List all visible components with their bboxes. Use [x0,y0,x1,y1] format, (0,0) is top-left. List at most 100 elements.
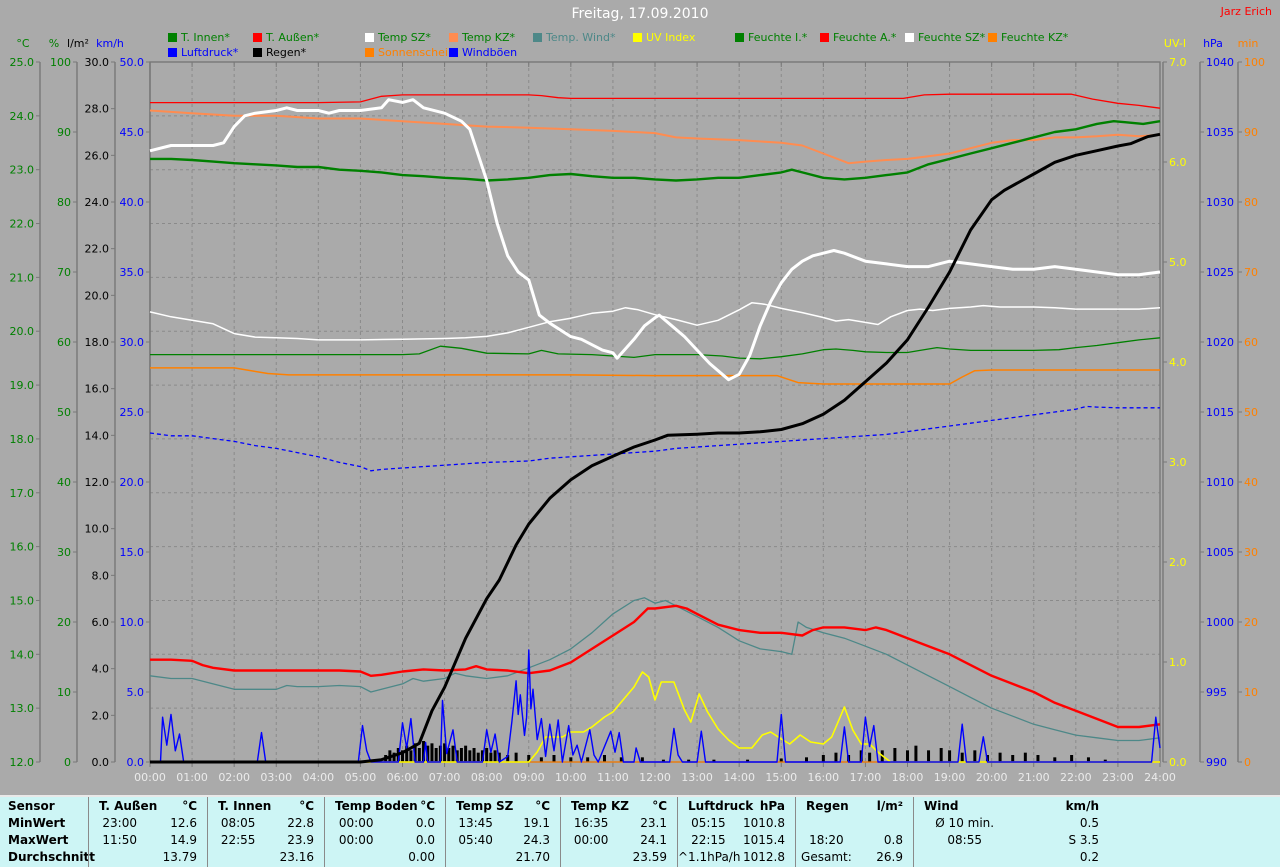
table-cell-time: 00:00 [338,833,374,847]
table-cell-value: 19.1 [523,816,550,830]
axis-tick-label-pct: 50 [57,406,71,419]
axis-tick-label-hpa: 1025 [1206,266,1234,279]
x-axis-label: 19:00 [934,771,966,784]
bar-regen-rate [948,750,952,762]
table-sensor-unit: °C [182,799,197,813]
x-axis-label: 00:00 [134,771,166,784]
bar-regen-rate [514,752,518,762]
axis-tick-label-min: 30 [1244,546,1258,559]
table-cell-time [325,849,387,866]
axis-tick-label-uv: 7.0 [1169,56,1187,69]
table-cell-time: 05:15 [691,816,726,830]
bar-regen-rate [434,748,438,762]
table-cell-time [561,849,621,866]
axis-tick-label-min: 0 [1244,756,1251,769]
x-axis-label: 14:00 [723,771,755,784]
table-cell-time: 23:00 [102,816,137,830]
axis-tick-label-tempC: 17.0 [10,487,35,500]
axis-tick-label-tempC: 20.0 [10,325,35,338]
table-column-temp-boden: Temp Boden °C 00:00 0.0 00:00 0.0 0.00 [324,797,445,867]
axis-tick-label-lm2: 22.0 [85,243,110,256]
axis-tick-label-tempC: 21.0 [10,271,35,284]
table-sensor-name: T. Innen [218,799,272,813]
axis-tick-label-hpa: 990 [1206,756,1227,769]
axis-tick-label-lm2: 4.0 [92,663,110,676]
axis-tick-label-uv: 1.0 [1169,656,1187,669]
axis-tick-label-pct: 100 [50,56,71,69]
axis-tick-label-tempC: 19.0 [10,379,35,392]
table-sensor-unit: °C [299,799,314,813]
axis-tick-label-tempC: 22.0 [10,218,35,231]
axis-tick-label-kmh: 20.0 [120,476,145,489]
axis-tick-label-uv: 3.0 [1169,456,1187,469]
table-cell-time: Ø 10 min. [935,816,995,830]
axis-tick-label-kmh: 10.0 [120,616,145,629]
axis-tick-label-hpa: 1035 [1206,126,1234,139]
table-cell-value: 0.2 [1079,850,1099,864]
x-axis-label: 22:00 [1060,771,1092,784]
x-axis-label: 24:00 [1144,771,1176,784]
axis-tick-label-lm2: 16.0 [85,383,110,396]
bar-regen-rate [1023,752,1027,762]
axis-tick-label-min: 50 [1244,406,1258,419]
table-cell-time: 22:55 [220,833,256,847]
axis-tick-label-kmh: 35.0 [120,266,145,279]
table-cell-value: 13.79 [162,850,197,864]
bar-regen-rate [489,752,493,762]
weather-app-window: Freitag, 17.09.2010 Jarz Erich T. Innen*… [0,0,1280,867]
table-cell-value: 14.9 [170,833,197,847]
table-column-temp-sz: Temp SZ °C 13:45 19.1 05:40 24.3 21.70 [445,797,560,867]
x-axis-label: 21:00 [1018,771,1050,784]
table-cell-time: 18:20 [809,833,844,847]
table-cell-time: ^1.1hPa/h [678,850,741,864]
bar-regen-rate [409,750,413,762]
bar-regen-rate [939,748,943,762]
table-column-regen: Regen l/m² 18:20 0.8 Gesamt: 26.9 [795,797,913,867]
axis-tick-label-lm2: 0.0 [92,756,110,769]
table-cell-time [914,849,1015,866]
axis-tick-label-pct: 60 [57,336,71,349]
axis-tick-label-uv: 6.0 [1169,156,1187,169]
table-row-label: Sensor [8,799,55,813]
bar-regen-rate [493,750,497,762]
bar-regen-rate [906,750,909,762]
axis-tick-label-min: 20 [1244,616,1258,629]
axis-tick-label-hpa: 1015 [1206,406,1234,419]
table-cell-value: 0.0 [415,816,435,830]
bar-regen-rate [914,745,918,762]
table-cell-time [796,815,857,832]
table-sensor-name: Luftdruck [688,799,754,813]
axis-tick-label-lm2: 6.0 [92,616,110,629]
table-sensor-unit: °C [652,799,667,813]
table-cell-value: 23.59 [632,850,667,864]
table-cell-value: 12.6 [170,816,197,830]
table-cell-value: 23.9 [287,833,314,847]
axis-tick-label-hpa: 1000 [1206,616,1234,629]
axis-tick-label-lm2: 20.0 [85,289,110,302]
weather-chart: 25.0 24.0 23.0 22.0 21.0 20.0 19.0 18.0 17.0 16.0… [10,56,1266,784]
x-axis-label: 12:00 [639,771,671,784]
table-sensor-unit: km/h [1065,799,1099,813]
table-cell-value: 1015.4 [742,833,785,847]
table-column-luftdruck: Luftdruck hPa 05:15 1010.8 22:15 1015.4 ^1.1hP… [677,797,795,867]
axis-tick-label-tempC: 23.0 [10,164,35,177]
table-cell-time: 22:15 [691,833,726,847]
axis-tick-label-tempC: 16.0 [10,541,35,554]
table-column-t-au-en: T. Außen °C 23:00 12.6 11:50 14.9 13.79 [88,797,207,867]
x-axis-label: 16:00 [807,771,839,784]
axis-tick-label-tempC: 15.0 [10,594,35,607]
table-cell-time: 16:35 [573,816,609,830]
axis-tick-label-tempC: 25.0 [10,56,35,69]
table-cell-time [89,849,150,866]
axis-tick-label-hpa: 1020 [1206,336,1234,349]
table-column-wind: Wind km/h Ø 10 min. 0.5 08:55 S 3.5 0.2 [913,797,1280,867]
table-cell-value: 23.1 [640,816,667,830]
table-cell-time: 00:00 [338,816,374,830]
bar-regen-rate [472,748,476,762]
axis-tick-label-kmh: 50.0 [120,56,145,69]
bar-regen-rate [973,750,977,762]
x-axis-label: 08:00 [471,771,503,784]
axis-tick-label-uv: 5.0 [1169,256,1187,269]
daily-statistics-table: Sensor MinWert MaxWert Durchschnitt T. Außen… [0,795,1280,867]
axis-tick-label-kmh: 25.0 [120,406,145,419]
